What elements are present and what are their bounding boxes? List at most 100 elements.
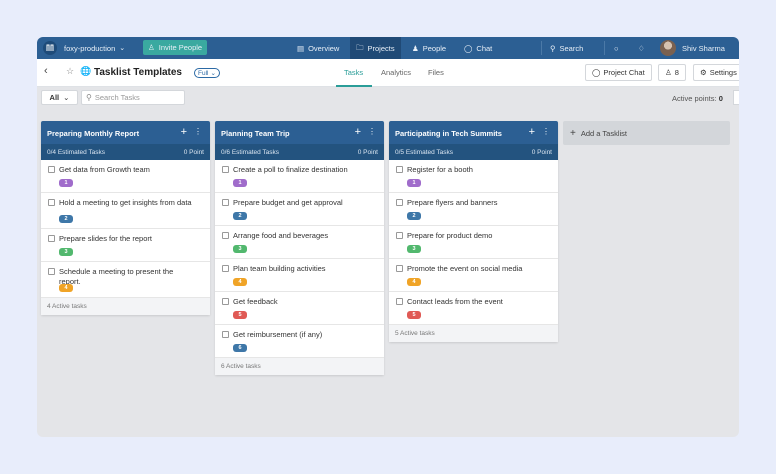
task-number-badge: 6 <box>233 344 247 352</box>
nav-overview[interactable]: ▤ Overview <box>297 37 339 59</box>
tab-files[interactable]: Files <box>428 68 444 77</box>
tasklist-header[interactable]: Preparing Monthly Report + ⋮ 0/4 Estimated … <box>41 121 210 160</box>
nav-chat[interactable]: ◯ Chat <box>464 37 492 59</box>
task-name: Arrange food and beverages <box>233 231 329 240</box>
task-row[interactable]: Get data from Growth team 1 <box>41 160 210 193</box>
task-checkbox[interactable] <box>396 232 403 239</box>
task-row[interactable]: Arrange food and beverages 3 <box>215 226 384 259</box>
task-name: Create a poll to finalize destination <box>233 165 348 174</box>
more-options-icon[interactable]: ⋮ <box>368 127 376 136</box>
task-number-badge: 3 <box>233 245 247 253</box>
members-button[interactable]: ♙ 8 <box>658 64 686 81</box>
tasklist-title: Preparing Monthly Report <box>47 129 140 138</box>
add-task-plus-icon[interactable]: + <box>181 126 187 138</box>
more-options-icon[interactable]: ⋮ <box>542 127 550 136</box>
filter-toolbar: All ⌄ ⚲ Active points: 0 <box>37 87 739 109</box>
org-switcher[interactable]: foxy-production ⌄ <box>64 37 125 59</box>
task-checkbox[interactable] <box>396 265 403 272</box>
tasklist-footer: 4 Active tasks <box>41 298 210 315</box>
task-row[interactable]: Promote the event on social media 4 <box>389 259 558 292</box>
task-row[interactable]: Prepare for product demo 3 <box>389 226 558 259</box>
task-name: Register for a booth <box>407 165 473 174</box>
add-task-plus-icon[interactable]: + <box>529 126 535 138</box>
tasklist-points: 0 Point <box>183 148 204 156</box>
access-badge[interactable]: Full ⌄ <box>194 68 220 78</box>
task-number-badge: 5 <box>407 311 421 319</box>
task-checkbox[interactable] <box>222 331 229 338</box>
plus-icon: + <box>570 127 576 139</box>
add-tasklist-button[interactable]: + Add a Tasklist <box>563 121 730 145</box>
avatar[interactable] <box>660 40 676 56</box>
tasklist-footer: 5 Active tasks <box>389 325 558 342</box>
add-task-plus-icon[interactable]: + <box>355 126 361 138</box>
project-chat-button[interactable]: ◯ Project Chat <box>585 64 652 81</box>
settings-button[interactable]: ⚙ Settings <box>693 64 739 81</box>
invite-label: Invite People <box>158 43 203 52</box>
task-checkbox[interactable] <box>222 232 229 239</box>
tab-tasks[interactable]: Tasks <box>344 68 363 77</box>
user-name[interactable]: Shiv Sharma <box>682 37 725 59</box>
folder-icon: 🗀 <box>356 42 364 52</box>
task-row[interactable]: Get feedback 5 <box>215 292 384 325</box>
estimated-tasks: 0/5 Estimated Tasks <box>395 148 454 156</box>
org-logo-icon[interactable] <box>43 41 57 55</box>
tasklist-title: Planning Team Trip <box>221 129 290 138</box>
tasklist-summary: 0/5 Estimated Tasks 0 Point <box>389 144 558 160</box>
chevron-down-icon: ⌄ <box>119 45 126 52</box>
search-box[interactable]: ⚲ <box>81 90 185 105</box>
chevron-down-icon: ⌄ <box>63 93 70 102</box>
task-checkbox[interactable] <box>222 166 229 173</box>
project-header: ‹ ☆ 🌐 Tasklist Templates Full ⌄ Tasks An… <box>37 59 739 87</box>
nav-chat-label: Chat <box>476 43 493 53</box>
nav-projects-label: Projects <box>367 43 395 53</box>
tasklist-points: 0 Point <box>357 148 378 156</box>
chat-icon: ◯ <box>592 68 601 77</box>
task-checkbox[interactable] <box>222 298 229 305</box>
nav-people[interactable]: ♟ People <box>412 37 446 59</box>
task-name: Plan team building activities <box>233 264 326 273</box>
task-checkbox[interactable] <box>222 199 229 206</box>
task-checkbox[interactable] <box>396 166 403 173</box>
task-row[interactable]: Create a poll to finalize destination 1 <box>215 160 384 193</box>
task-checkbox[interactable] <box>48 199 55 206</box>
task-number-badge: 4 <box>59 284 73 292</box>
task-checkbox[interactable] <box>48 235 55 242</box>
bell-icon[interactable]: ♢ <box>638 37 645 59</box>
task-checkbox[interactable] <box>222 265 229 272</box>
task-row[interactable]: Hold a meeting to get insights from data… <box>41 193 210 229</box>
back-arrow-icon[interactable]: ‹ <box>44 65 48 77</box>
invite-people-button[interactable]: ♙ Invite People <box>143 40 208 55</box>
task-row[interactable]: Schedule a meeting to present the report… <box>41 262 210 298</box>
star-icon[interactable]: ☆ <box>66 66 74 77</box>
task-checkbox[interactable] <box>48 166 55 173</box>
overview-icon: ▤ <box>297 43 305 53</box>
task-row[interactable]: Plan team building activities 4 <box>215 259 384 292</box>
estimated-tasks: 0/6 Estimated Tasks <box>221 148 280 156</box>
task-checkbox[interactable] <box>396 298 403 305</box>
nav-search[interactable]: ⚲ Search <box>550 37 583 59</box>
task-row[interactable]: Contact leads from the event 5 <box>389 292 558 325</box>
view-toggle-button[interactable] <box>733 90 739 105</box>
task-row[interactable]: Get reimbursement (if any) 6 <box>215 325 384 358</box>
nav-divider <box>604 41 605 55</box>
nav-projects[interactable]: 🗀 Projects <box>350 37 401 59</box>
filter-select[interactable]: All ⌄ <box>41 90 78 105</box>
tasklist-header[interactable]: Planning Team Trip + ⋮ 0/6 Estimated Tasks 0… <box>215 121 384 160</box>
task-row[interactable]: Prepare budget and get approval 2 <box>215 193 384 226</box>
search-input[interactable] <box>94 93 180 102</box>
app-window: foxy-production ⌄ ♙ Invite People ▤ Over… <box>37 37 739 437</box>
task-name: Prepare slides for the report <box>59 234 152 243</box>
search-icon: ⚲ <box>550 43 556 53</box>
tasklist-header[interactable]: Participating in Tech Summits + ⋮ 0/5 Estim… <box>389 121 558 160</box>
task-checkbox[interactable] <box>396 199 403 206</box>
active-points-value: 0 <box>718 94 723 103</box>
task-checkbox[interactable] <box>48 268 55 275</box>
task-name: Get data from Growth team <box>59 165 150 174</box>
task-row[interactable]: Register for a booth 1 <box>389 160 558 193</box>
more-options-icon[interactable]: ⋮ <box>194 127 202 136</box>
tab-analytics[interactable]: Analytics <box>381 68 411 77</box>
messages-icon[interactable]: ○ <box>614 37 619 59</box>
task-row[interactable]: Prepare flyers and banners 2 <box>389 193 558 226</box>
filter-value: All <box>49 93 60 102</box>
task-row[interactable]: Prepare slides for the report 3 <box>41 229 210 262</box>
